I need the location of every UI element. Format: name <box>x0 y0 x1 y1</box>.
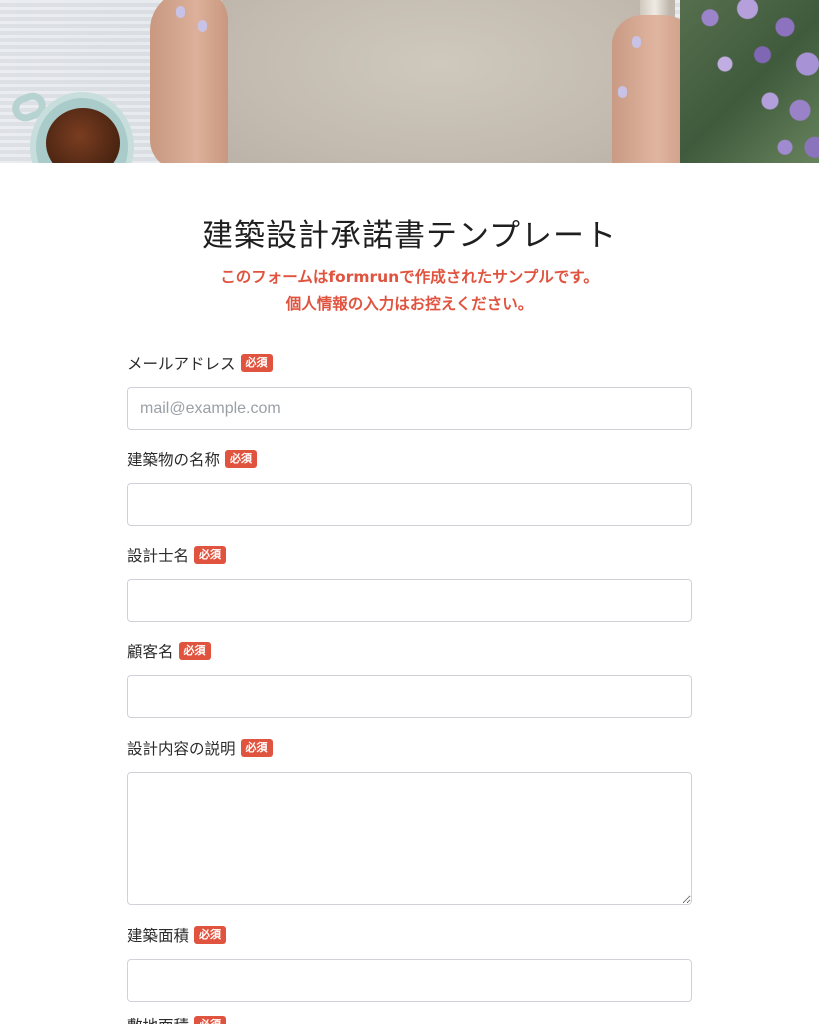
client-name-input[interactable] <box>127 675 692 718</box>
building-name-input[interactable] <box>127 483 692 526</box>
required-badge: 必須 <box>194 1016 227 1024</box>
field-label: 建築物の名称 <box>127 451 221 469</box>
notice-line-1: このフォームはformrunで作成されたサンプルです。 <box>220 268 599 286</box>
field-label-row: 建築面積 必須 <box>127 924 692 946</box>
building-area-input[interactable] <box>127 959 692 1002</box>
field-label: 顧客名 <box>127 643 174 661</box>
field-label-row: 設計内容の説明 必須 <box>127 737 692 759</box>
sample-notice: このフォームはformrunで作成されたサンプルです。 個人情報の入力はお控えく… <box>0 264 819 318</box>
field-label: 設計内容の説明 <box>127 740 236 758</box>
email-input[interactable] <box>127 387 692 430</box>
field-label-row: 顧客名 必須 <box>127 640 692 662</box>
notice-line-2: 個人情報の入力はお控えください。 <box>285 295 534 313</box>
required-badge: 必須 <box>240 354 273 372</box>
field-design-description: 設計内容の説明 必須 <box>127 737 692 905</box>
architect-name-input[interactable] <box>127 579 692 622</box>
field-label-row: 敷地面積 必須 <box>127 1014 692 1024</box>
nail <box>176 6 185 18</box>
field-building-name: 建築物の名称 必須 <box>127 448 692 526</box>
nail <box>632 36 641 48</box>
nail <box>618 86 627 98</box>
field-label: 敷地面積 <box>127 1014 189 1024</box>
field-label: メールアドレス <box>127 355 236 373</box>
form-title: 建築設計承諾書テンプレート <box>201 218 618 254</box>
required-badge: 必須 <box>225 450 258 468</box>
header-image <box>0 0 819 163</box>
required-badge: 必須 <box>194 926 227 944</box>
left-hand <box>150 0 228 163</box>
design-description-textarea[interactable] <box>127 772 692 905</box>
field-building-area: 建築面積 必須 <box>127 924 692 1002</box>
required-badge: 必須 <box>240 739 273 757</box>
required-badge: 必須 <box>178 642 211 660</box>
field-email: メールアドレス 必須 <box>127 352 692 430</box>
required-badge: 必須 <box>194 546 227 564</box>
field-label-row: 建築物の名称 必須 <box>127 448 692 470</box>
nail <box>198 20 207 32</box>
field-site-area: 敷地面積 必須 <box>127 1014 692 1024</box>
field-label-row: 設計士名 必須 <box>127 544 692 566</box>
field-client-name: 顧客名 必須 <box>127 640 692 718</box>
field-label: 建築面積 <box>127 927 190 945</box>
field-architect-name: 設計士名 必須 <box>127 544 692 622</box>
form-page: 建築設計承諾書テンプレート このフォームはformrunで作成されたサンプルです… <box>0 0 819 1024</box>
field-label: 設計士名 <box>127 547 190 565</box>
flowers <box>680 0 819 163</box>
paper-roll <box>205 0 675 163</box>
field-label-row: メールアドレス 必須 <box>127 352 692 374</box>
